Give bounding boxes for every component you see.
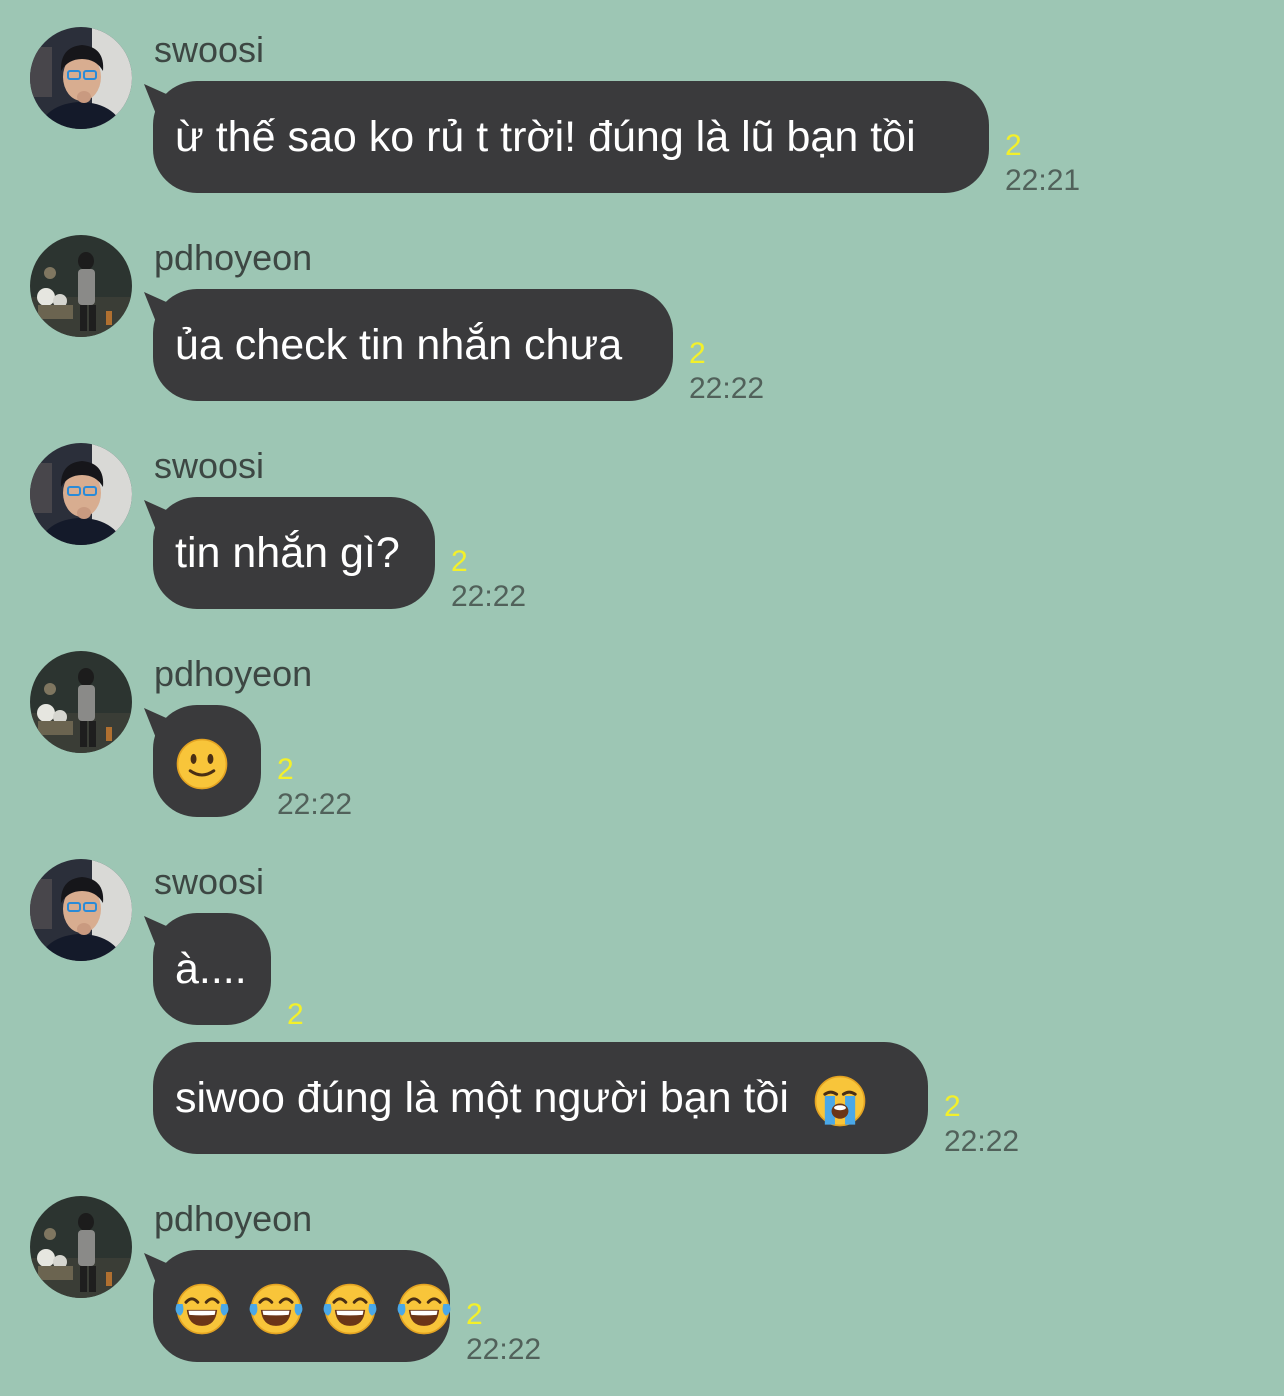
face-with-tears-of-joy-icon [249,1282,303,1336]
face-with-tears-of-joy-icon [323,1282,377,1336]
face-with-tears-of-joy-icon [397,1282,451,1336]
message-time: 22:22 [689,372,765,405]
unread-count: 2 [451,545,468,578]
message-text: siwoo đúng là một người bạn tồi [175,1074,789,1122]
message-text: tin nhắn gì? [175,529,400,577]
unread-count: 2 [1005,129,1022,162]
message-bubble[interactable]: ủa check tin nhắn chưa [153,289,673,401]
message-bubble[interactable] [153,1250,450,1362]
sender-name: pdhoyeon [154,237,313,278]
face-with-tears-of-joy-icon [175,1282,229,1336]
message-bubble[interactable]: ừ thế sao ko rủ t trời! đúng là lũ bạn t… [153,81,989,193]
message-time: 22:22 [277,788,353,821]
message-time: 22:22 [944,1125,1020,1158]
message-time: 22:21 [1005,164,1081,197]
avatar-pdhoyeon[interactable] [30,651,132,753]
avatar-pdhoyeon[interactable] [30,235,132,337]
chat-thread[interactable]: swoosi ừ thế sao ko rủ t trời! đúng là l… [0,0,1284,1396]
message-text: à.... [175,945,247,993]
slightly-smiling-face-icon [175,737,229,791]
unread-count: 2 [689,337,706,370]
message-bubble[interactable] [153,705,261,817]
unread-count: 2 [287,998,304,1031]
sender-name: swoosi [154,861,265,902]
avatar-swoosi[interactable] [30,859,132,961]
message-text: ủa check tin nhắn chưa [175,321,623,369]
unread-count: 2 [466,1298,483,1331]
sender-name: swoosi [154,29,265,70]
sender-name: pdhoyeon [154,653,313,694]
message-time: 22:22 [451,580,527,613]
unread-count: 2 [944,1090,961,1123]
sender-name: pdhoyeon [154,1198,313,1239]
avatar-swoosi[interactable] [30,443,132,545]
avatar-pdhoyeon[interactable] [30,1196,132,1298]
message-time: 22:22 [466,1333,542,1366]
loudly-crying-face-icon [813,1074,867,1128]
message-bubble[interactable]: à.... [153,913,271,1025]
avatar-swoosi[interactable] [30,27,132,129]
message-bubble[interactable]: siwoo đúng là một người bạn tồi [153,1042,928,1154]
message-bubble[interactable]: tin nhắn gì? [153,497,435,609]
message-text: ừ thế sao ko rủ t trời! đúng là lũ bạn t… [175,113,916,161]
unread-count: 2 [277,753,294,786]
sender-name: swoosi [154,445,265,486]
